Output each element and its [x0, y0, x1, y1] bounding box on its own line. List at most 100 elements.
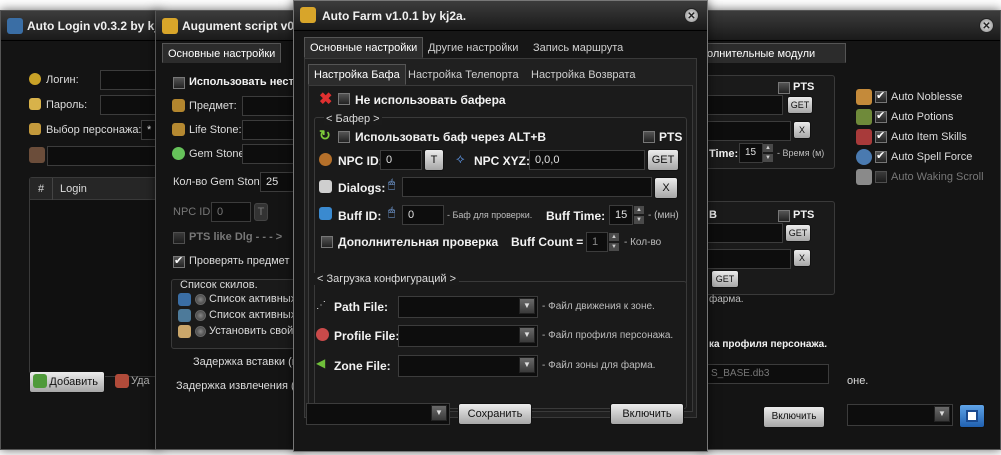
- skill-option-3: Установить свой с: [209, 325, 300, 337]
- extra-input[interactable]: [47, 146, 159, 166]
- time-unit: - Время (м): [777, 148, 825, 158]
- time-spinner[interactable]: ▲ ▼: [763, 144, 773, 162]
- path-file-select[interactable]: ▼: [398, 296, 538, 318]
- npc-id-input[interactable]: 0: [211, 202, 251, 222]
- tab-main-settings[interactable]: Основные настройки: [162, 43, 282, 63]
- add-button[interactable]: Добавить: [29, 371, 105, 393]
- enable-button-bg[interactable]: Включить: [763, 406, 825, 428]
- buff-time-input[interactable]: 15: [609, 205, 633, 225]
- group-icon: [29, 123, 41, 135]
- dialogs-input[interactable]: [402, 177, 652, 197]
- zone-file-label: Zone File:: [334, 359, 391, 373]
- tab-other-settings[interactable]: Другие настройки: [422, 37, 524, 58]
- buff-count-label: Buff Count =: [511, 235, 584, 249]
- config-select[interactable]: ▼: [306, 403, 450, 425]
- life-stone-icon: [172, 123, 185, 136]
- x-button-1[interactable]: X: [793, 121, 811, 139]
- lock-icon: [29, 98, 41, 110]
- dialogs-input-1[interactable]: [705, 121, 791, 141]
- x-button-2[interactable]: X: [793, 249, 811, 267]
- gem-count-label: Кол-во Gem Stone:: [173, 176, 269, 188]
- close-icon[interactable]: ✕: [684, 8, 699, 23]
- noblesse-checkbox[interactable]: [875, 89, 887, 103]
- use-checkbox[interactable]: [173, 77, 185, 89]
- t-button[interactable]: T: [424, 149, 444, 171]
- zone-file-select[interactable]: ▼: [398, 355, 538, 377]
- use-label: Использовать неста: [189, 76, 300, 88]
- subtab-teleport[interactable]: Настройка Телепорта: [402, 64, 525, 85]
- buff-count-spinner[interactable]: ▲ ▼: [609, 233, 619, 251]
- skill-option-1: Список активных/: [209, 293, 300, 305]
- life-stone-input[interactable]: [242, 120, 299, 140]
- get-button[interactable]: GET: [647, 149, 679, 171]
- chevron-down-icon[interactable]: ▼: [934, 406, 950, 422]
- skill-radio-1[interactable]: [195, 294, 206, 305]
- close-icon[interactable]: ✕: [979, 18, 994, 33]
- no-buffer-checkbox[interactable]: [338, 93, 350, 105]
- column-header-login[interactable]: Login: [60, 183, 87, 195]
- skill-radio-2[interactable]: [195, 310, 206, 321]
- chevron-down-icon[interactable]: ▼: [519, 357, 535, 373]
- tab-extra-modules[interactable]: олнительные модули: [701, 43, 846, 63]
- chevron-down-icon[interactable]: ▼: [519, 298, 535, 314]
- buff-time-spinner[interactable]: ▲ ▼: [634, 206, 644, 224]
- coords-input-1[interactable]: [705, 95, 783, 115]
- chevron-down-icon[interactable]: ▼: [431, 405, 447, 421]
- module-potions: Auto Potions: [891, 111, 954, 123]
- subtab-buff[interactable]: Настройка Бафа: [308, 64, 406, 85]
- pts-checkbox[interactable]: [643, 131, 655, 143]
- check-item-checkbox[interactable]: [173, 254, 185, 268]
- password-input[interactable]: [100, 95, 159, 115]
- chevron-down-icon[interactable]: ▼: [519, 327, 535, 343]
- spell-force-checkbox[interactable]: [875, 149, 887, 163]
- potions-checkbox[interactable]: [875, 109, 887, 123]
- modules-window: ✕ олнительные модули PTS GET X Time: 15 …: [700, 10, 1001, 450]
- buff-id-input[interactable]: 0: [402, 205, 444, 225]
- pts-checkbox-1[interactable]: [778, 82, 790, 94]
- tab-main-settings[interactable]: Основные настройки: [304, 37, 424, 58]
- dialogs-input-2[interactable]: [705, 249, 791, 269]
- pts-like-checkbox[interactable]: [173, 232, 185, 244]
- get-button-1[interactable]: GET: [787, 96, 813, 114]
- save-icon-button[interactable]: [959, 404, 985, 428]
- db-select[interactable]: S_BASE.db3: [705, 364, 829, 384]
- npc-t-button[interactable]: T: [254, 203, 268, 221]
- item-input[interactable]: [242, 96, 299, 116]
- enable-button[interactable]: Включить: [610, 403, 684, 425]
- time-input[interactable]: 15: [739, 143, 763, 163]
- tab-route-record[interactable]: Запись маршрута: [527, 37, 629, 58]
- get-button-2[interactable]: GET: [785, 224, 811, 242]
- waking-scroll-checkbox[interactable]: [875, 171, 887, 183]
- buff-count-input[interactable]: 1: [586, 232, 608, 252]
- buff-id-label: Buff ID:: [338, 209, 382, 223]
- save-button[interactable]: Сохранить: [458, 403, 532, 425]
- coords-input-2[interactable]: [705, 223, 783, 243]
- skill-radio-3[interactable]: [195, 326, 206, 337]
- alt-b-checkbox[interactable]: [338, 131, 350, 143]
- pts-label-1: PTS: [793, 81, 815, 93]
- user-icon: [29, 73, 41, 85]
- delete-button[interactable]: Уда: [111, 371, 159, 393]
- skills-group: Список скилов. Список активных/ Список а…: [171, 279, 300, 349]
- accounts-table[interactable]: # Login: [29, 177, 159, 377]
- item-icon: [172, 99, 185, 112]
- npc-xyz-label: NPC XYZ:: [474, 154, 531, 168]
- subtab-return[interactable]: Настройка Возврата: [525, 64, 641, 85]
- augment-window: Augument script v0.0.5 Основные настройк…: [155, 10, 300, 450]
- dialogs-label: Dialogs:: [338, 181, 386, 195]
- pts-checkbox-2[interactable]: [778, 210, 790, 222]
- extra-check-checkbox[interactable]: [321, 236, 333, 248]
- item-skills-checkbox[interactable]: [875, 129, 887, 143]
- mouse-icon: 🖱: [388, 177, 396, 191]
- column-header-num[interactable]: #: [38, 183, 44, 195]
- gem-stone-input[interactable]: [242, 144, 299, 164]
- refresh-icon: ↻: [319, 127, 331, 143]
- x-button[interactable]: X: [654, 177, 678, 199]
- npc-xyz-input[interactable]: 0,0,0: [529, 150, 645, 170]
- profile-file-select[interactable]: ▼: [398, 325, 538, 347]
- auto-farm-window: Auto Farm v1.0.1 by kj2a. ✕ Основные нас…: [293, 0, 708, 452]
- npc-id-input[interactable]: 0: [380, 150, 422, 170]
- profile-select[interactable]: ▼: [847, 404, 953, 426]
- get-button-3[interactable]: GET: [711, 270, 739, 288]
- login-input[interactable]: [100, 70, 159, 90]
